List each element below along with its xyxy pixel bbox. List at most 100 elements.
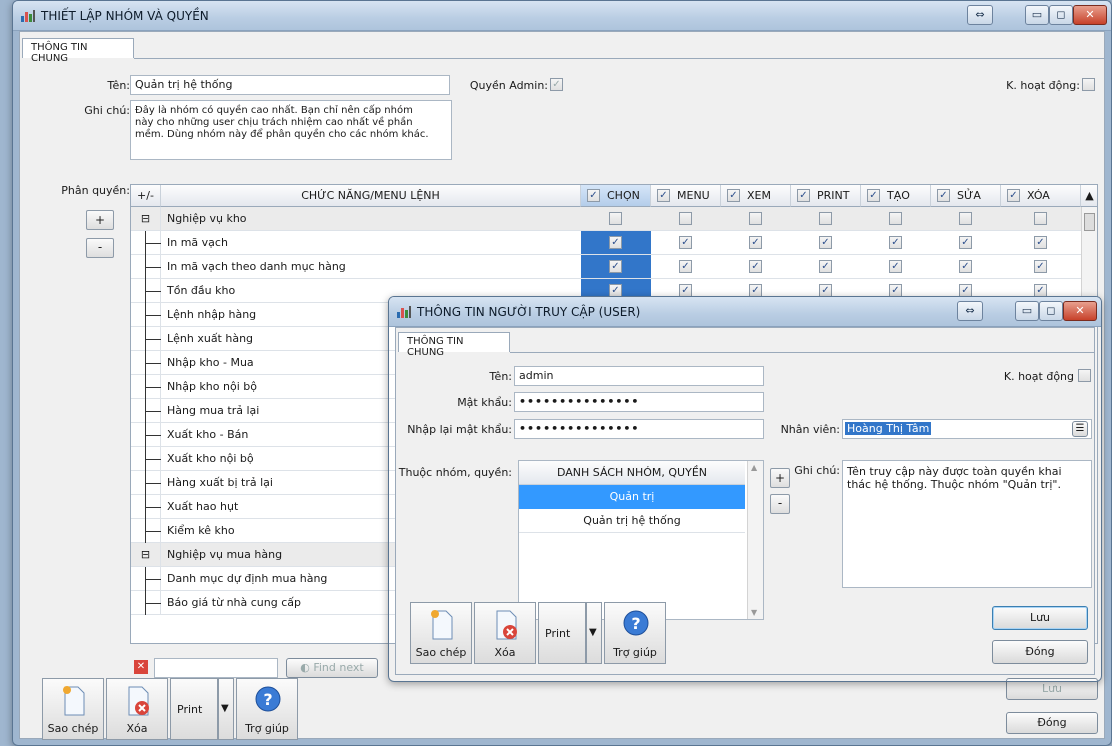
function-name: In mã vạch [167,236,228,249]
main-titlebar[interactable]: THIẾT LẬP NHÓM VÀ QUYỀN ⇔ ▭ ◻ ✕ [13,1,1111,31]
delete-button[interactable]: Xóa [106,678,168,740]
close-button[interactable]: ✕ [1073,5,1107,25]
permission-checkbox[interactable] [749,236,762,249]
scroll-up-icon[interactable]: ▲ [1081,185,1097,207]
permission-checkbox[interactable] [609,260,622,273]
close-window-button[interactable]: Đóng [1006,712,1098,734]
add-group-button[interactable]: + [770,468,790,488]
note-textarea[interactable]: Đây là nhóm có quyền cao nhất. Bạn chỉ n… [130,100,452,160]
col-select-header[interactable]: CHỌN [581,185,651,207]
col-delete-header[interactable]: XÓA [1001,185,1081,207]
dialog-print-dropdown-button[interactable]: ▼ [586,602,602,664]
tab-general[interactable]: THÔNG TIN CHUNG [22,38,134,64]
grid-row[interactable]: In mã vạch [131,231,1081,255]
employee-picker-icon[interactable]: ☰ [1072,421,1088,437]
find-input[interactable] [154,658,278,678]
permission-checkbox[interactable] [959,236,972,249]
col-edit-checkbox[interactable] [937,189,950,202]
password-input[interactable]: ••••••••••••••• [514,392,764,412]
remove-group-button[interactable]: - [770,494,790,514]
permission-checkbox[interactable] [609,212,622,225]
col-delete-checkbox[interactable] [1007,189,1020,202]
col-menu-checkbox[interactable] [657,189,670,202]
print-button[interactable]: Print [170,678,218,740]
col-print-checkbox[interactable] [797,189,810,202]
dialog-copy-button[interactable]: Sao chép [410,602,472,664]
grid-row[interactable]: In mã vạch theo danh mục hàng [131,255,1081,279]
scroll-up-arrow-icon[interactable]: ▲ [751,463,757,472]
permission-checkbox[interactable] [679,212,692,225]
col-view-header[interactable]: XEM [721,185,791,207]
col-toggle-header[interactable]: +/- [131,185,161,207]
permission-checkbox[interactable] [609,236,622,249]
dialog-delete-button[interactable]: Xóa [474,602,536,664]
dialog-save-button[interactable]: Lưu [992,606,1088,630]
note-line-2: này cho những user chịu trách nhiệm cao … [135,117,413,128]
col-create-header[interactable]: TẠO [861,185,931,207]
permission-checkbox[interactable] [889,212,902,225]
permission-checkbox[interactable] [819,236,832,249]
tree-branch [131,495,161,519]
permission-checkbox[interactable] [679,260,692,273]
col-view-checkbox[interactable] [727,189,740,202]
col-edit-header[interactable]: SỬA [931,185,1001,207]
collapse-toggle-icon[interactable]: ⊟ [131,207,161,231]
dialog-close-button[interactable]: ✕ [1063,301,1097,321]
expand-all-button[interactable]: + [86,210,114,230]
group-name-input[interactable]: Quản trị hệ thống [130,75,450,95]
dialog-print-button[interactable]: Print [538,602,586,664]
group-item-system-admin[interactable]: Quản trị hệ thống [519,509,745,533]
grid-scroll-thumb[interactable] [1084,213,1095,231]
print-dropdown-button[interactable]: ▼ [218,678,234,740]
swap-icon[interactable]: ⇔ [967,5,993,25]
group-item-admin[interactable]: Quản trị [519,485,745,509]
admin-checkbox[interactable] [550,78,563,91]
maximize-button[interactable]: ◻ [1049,5,1073,25]
find-next-button[interactable]: ◐ Find next [286,658,378,678]
user-name-input[interactable]: admin [514,366,764,386]
tree-branch [131,303,161,327]
help-button[interactable]: ? Trợ giúp [236,678,298,740]
delete-icon [128,686,149,716]
permission-checkbox[interactable] [889,260,902,273]
col-select-checkbox[interactable] [587,189,600,202]
permission-checkbox[interactable] [749,212,762,225]
scroll-down-arrow-icon[interactable]: ▼ [751,608,757,617]
dialog-minimize-button[interactable]: ▭ [1015,301,1039,321]
permission-checkbox[interactable] [679,236,692,249]
svg-text:?: ? [263,690,272,709]
dialog-close-window-button[interactable]: Đóng [992,640,1088,664]
copy-button[interactable]: Sao chép [42,678,104,740]
col-create-checkbox[interactable] [867,189,880,202]
clear-find-icon[interactable]: ✕ [134,660,148,674]
dialog-maximize-button[interactable]: ◻ [1039,301,1063,321]
permission-checkbox[interactable] [889,236,902,249]
user-inactive-checkbox[interactable] [1078,369,1091,382]
permission-checkbox[interactable] [959,260,972,273]
dialog-help-button[interactable]: ? Trợ giúp [604,602,666,664]
permission-checkbox[interactable] [1034,236,1047,249]
group-list-scrollbar[interactable]: ▲ ▼ [747,461,763,619]
user-dialog-titlebar[interactable]: THÔNG TIN NGƯỜI TRUY CẬP (USER) ⇔ ▭ ◻ ✕ [389,297,1101,327]
dialog-tab-general[interactable]: THÔNG TIN CHUNG [398,332,510,358]
permission-checkbox[interactable] [819,260,832,273]
permission-checkbox[interactable] [959,212,972,225]
inactive-checkbox[interactable] [1082,78,1095,91]
col-print-header[interactable]: PRINT [791,185,861,207]
col-menu-header[interactable]: MENU [651,185,721,207]
user-note-textarea[interactable]: Tên truy cập này được toàn quyền khai th… [842,460,1092,588]
permission-checkbox[interactable] [749,260,762,273]
permission-checkbox[interactable] [1034,260,1047,273]
permission-checkbox[interactable] [1034,212,1047,225]
user-dialog-title: THÔNG TIN NGƯỜI TRUY CẬP (USER) [417,305,641,319]
confirm-password-input[interactable]: ••••••••••••••• [514,419,764,439]
permission-checkbox[interactable] [819,212,832,225]
col-function-header[interactable]: CHỨC NĂNG/MENU LỆNH [161,185,581,207]
employee-input[interactable]: Hoàng Thị Tâm [842,419,1092,439]
grid-group-row[interactable]: ⊟ Nghiệp vụ kho [131,207,1081,231]
user-note-label: Ghi chú: [794,464,840,477]
collapse-all-button[interactable]: - [86,238,114,258]
collapse-toggle-icon[interactable]: ⊟ [131,543,161,567]
dialog-swap-icon[interactable]: ⇔ [957,301,983,321]
minimize-button[interactable]: ▭ [1025,5,1049,25]
